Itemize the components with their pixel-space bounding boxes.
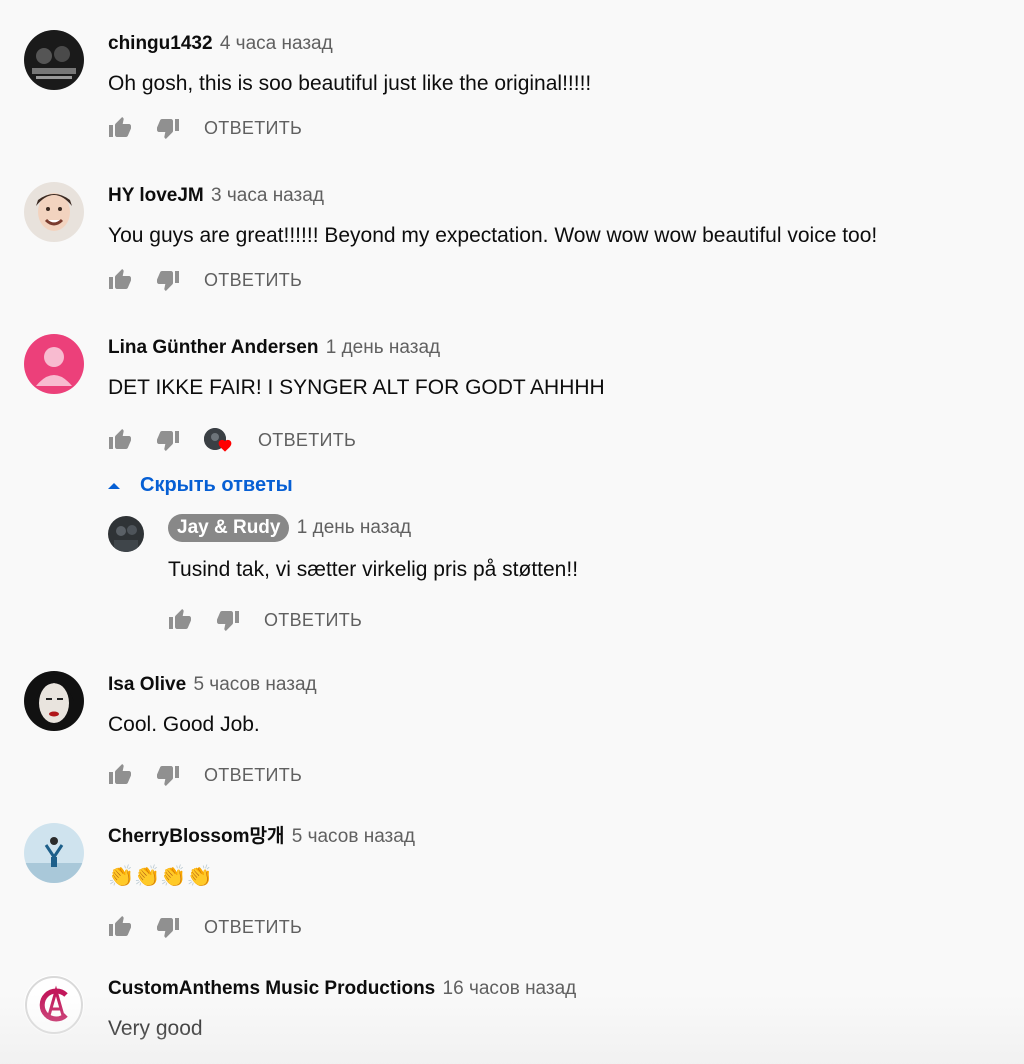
comment-text: Very good: [108, 1017, 203, 1040]
reply-button[interactable]: ОТВЕТИТЬ: [264, 610, 362, 631]
comment-author[interactable]: Isa Olive: [108, 674, 186, 695]
comment-text: DET IKKE FAIR! I SYNGER ALT FOR GODT AHH…: [108, 376, 605, 399]
comment-actions: ОТВЕТИТЬ: [108, 428, 356, 452]
comment-author[interactable]: chingu1432: [108, 33, 213, 54]
avatar[interactable]: [24, 671, 84, 731]
comment-time[interactable]: 5 часов назад: [193, 674, 316, 695]
comment-actions: ОТВЕТИТЬ: [108, 116, 302, 140]
comment-time[interactable]: 16 часов назад: [443, 978, 577, 999]
comment-time[interactable]: 3 часа назад: [211, 185, 324, 206]
thumbs-down-icon[interactable]: [156, 268, 180, 292]
avatar[interactable]: [24, 334, 84, 394]
avatar[interactable]: [24, 182, 84, 242]
comment-author[interactable]: Lina Günther Andersen: [108, 337, 318, 358]
thumbs-down-icon[interactable]: [156, 915, 180, 939]
comment-text: Tusind tak, vi sætter virkelig pris på s…: [168, 558, 579, 581]
comment-actions: ОТВЕТИТЬ: [168, 608, 362, 632]
comment-text: Cool. Good Job.: [108, 713, 260, 736]
reply-button[interactable]: ОТВЕТИТЬ: [258, 430, 356, 451]
thumbs-down-icon[interactable]: [216, 608, 240, 632]
comment-time[interactable]: 4 часа назад: [220, 33, 333, 54]
comment-time[interactable]: 5 часов назад: [292, 826, 415, 847]
thumbs-up-icon[interactable]: [108, 116, 132, 140]
hide-replies-button[interactable]: Скрыть ответы: [108, 474, 293, 497]
avatar[interactable]: [24, 30, 84, 90]
channel-owner-badge[interactable]: Jay & Rudy: [168, 514, 290, 542]
thumbs-up-icon[interactable]: [108, 428, 132, 452]
thumbs-up-icon[interactable]: [108, 763, 132, 787]
comment-time[interactable]: 1 день назад: [297, 517, 411, 538]
comment-text: Oh gosh, this is soo beautiful just like…: [108, 72, 592, 95]
thumbs-down-icon[interactable]: [156, 428, 180, 452]
comment-actions: ОТВЕТИТЬ: [108, 763, 302, 787]
reply-button[interactable]: ОТВЕТИТЬ: [204, 118, 302, 139]
thumbs-up-icon[interactable]: [108, 915, 132, 939]
comment-author[interactable]: HY loveJM: [108, 185, 204, 206]
comment-actions: ОТВЕТИТЬ: [108, 915, 302, 939]
comment-actions: ОТВЕТИТЬ: [108, 268, 302, 292]
thumbs-down-icon[interactable]: [156, 763, 180, 787]
thumbs-down-icon[interactable]: [156, 116, 180, 140]
creator-heart: [204, 428, 232, 452]
reply-button[interactable]: ОТВЕТИТЬ: [204, 917, 302, 938]
caret-up-icon: [108, 482, 120, 489]
avatar[interactable]: [24, 975, 84, 1035]
comment-text: You guys are great!!!!!! Beyond my expec…: [108, 224, 878, 247]
thumbs-up-icon[interactable]: [108, 268, 132, 292]
hide-replies-label: Скрыть ответы: [140, 474, 293, 496]
reply-button[interactable]: ОТВЕТИТЬ: [204, 765, 302, 786]
heart-icon: [218, 439, 232, 452]
reply-button[interactable]: ОТВЕТИТЬ: [204, 270, 302, 291]
avatar[interactable]: [24, 823, 84, 883]
comment-author[interactable]: CustomAnthems Music Productions: [108, 978, 435, 999]
comment-time[interactable]: 1 день назад: [326, 337, 440, 358]
avatar[interactable]: [108, 516, 144, 552]
comment-author[interactable]: CherryBlossom망개: [108, 826, 284, 847]
comment-text: 👏👏👏👏: [108, 865, 213, 888]
thumbs-up-icon[interactable]: [168, 608, 192, 632]
